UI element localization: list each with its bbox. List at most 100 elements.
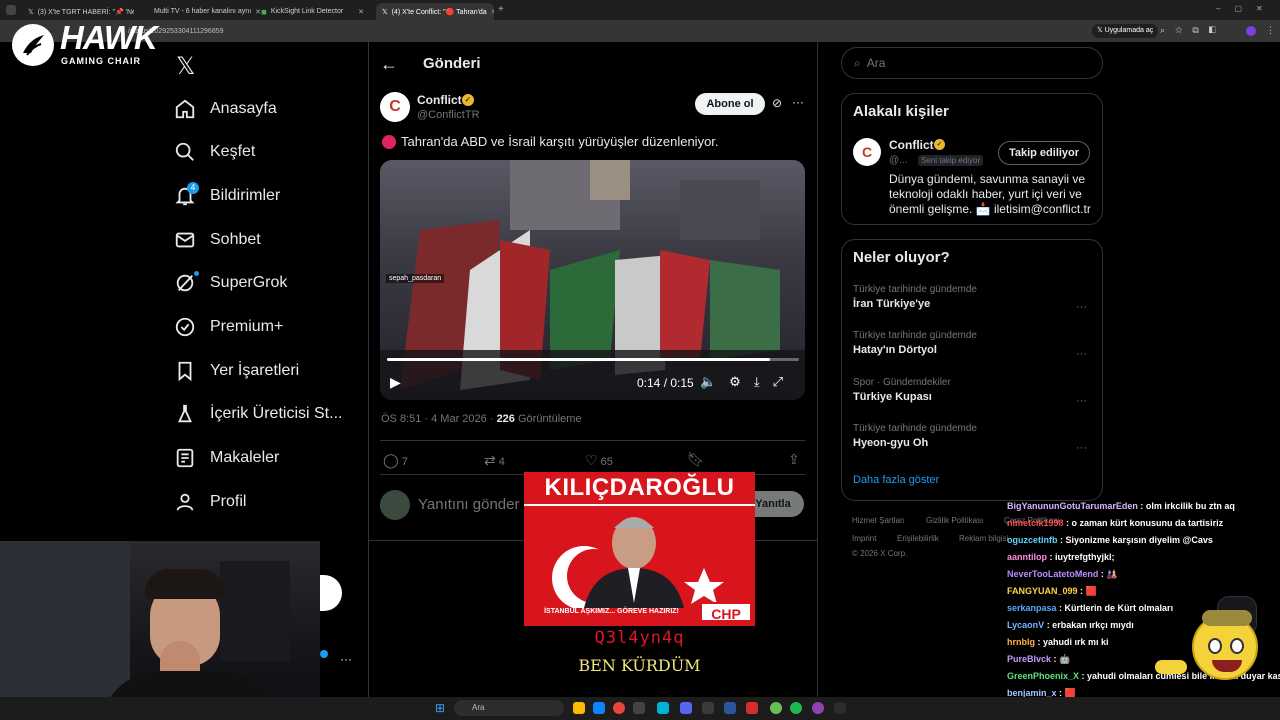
nav-articles[interactable]: Makaleler [174,441,279,475]
video-player[interactable]: sepah_pasdaran ▶ 0:14 / 0:15 🔈⚙⤓⤢ [380,160,805,400]
poster-rule [524,504,755,506]
windows-start-icon[interactable]: ⊞ [435,701,445,715]
account-more-icon[interactable]: ··· [340,652,352,666]
browser-tab-4-active[interactable]: 𝕏 (4) X'te Conflict: "🔴 Tahran'da ✕ [376,3,494,20]
app-icon[interactable] [702,702,714,714]
new-tab-icon[interactable]: + [498,4,504,15]
chat-username[interactable]: LycaonV [1007,620,1044,630]
author-name[interactable]: Conflict [417,93,462,107]
search-input[interactable]: Ara [867,56,886,70]
play-icon[interactable]: ▶ [390,374,401,391]
app-icon[interactable] [724,702,736,714]
chat-username[interactable]: hrnblg [1007,637,1035,647]
edge-icon[interactable] [593,702,605,714]
nav-chat[interactable]: Sohbet [174,223,261,257]
chat-username[interactable]: FANGYUAN_099 [1007,586,1078,596]
chat-username[interactable]: aanntilop [1007,552,1047,562]
author-avatar[interactable]: C [380,92,410,122]
nav-creator-studio[interactable]: İçerik Üreticisi St... [174,397,342,431]
like-action[interactable]: ♡ 65 [585,452,613,469]
post-button-partial[interactable] [320,575,342,611]
chat-message: BigYanununGotuTarumarEden : olm irkcilik… [1007,498,1280,515]
views-count: 226 [496,413,515,425]
poster-art [552,517,724,608]
nav-explore[interactable]: Keşfet [174,135,255,169]
browser-toolbar-icons[interactable]: ⌕☆⧉◧ [1160,25,1226,36]
chat-username[interactable]: GreenPhoenix_X [1007,671,1079,681]
close-tab-icon[interactable]: ✕ [358,8,364,16]
app-icon[interactable] [812,702,824,714]
app-icon[interactable] [770,702,782,714]
video-progress-track[interactable] [387,358,799,361]
browser-tab-2[interactable]: Multi TV - 6 haber kanalını aynı ✕ [148,3,260,20]
video-controls-icons[interactable]: 🔈⚙⤓⤢ [700,374,796,390]
show-more-link[interactable]: Daha fazla göster [853,474,939,486]
more-options-icon[interactable]: ··· [792,95,804,109]
chat-username[interactable]: nimetcik1998 [1007,518,1064,528]
tab-menu-icon[interactable] [6,5,16,15]
open-in-app-button[interactable]: 𝕏 Uygulamada aç [1092,24,1159,38]
chat-text: : Siyonizme karşısın diyelim @Cavs [1057,535,1213,545]
bookmark-action-icon[interactable]: 🔖︎ [687,451,705,468]
footer-link[interactable]: Erişilebilirlik [897,534,939,543]
search-box[interactable]: ⌕ Ara [841,47,1103,79]
trend-item[interactable]: Türkiye tarihinde gündemde İran Türkiye'y… [853,284,977,310]
nav-premium[interactable]: Premium+ [174,310,283,344]
kilicdaroglu-poster: KILIÇDAROĞLU İSTANBUL AŞKIMIZ... GÖREVE … [524,472,755,626]
following-button[interactable]: Takip ediliyor [998,141,1090,165]
reply-action[interactable]: ◯ 7 [383,452,408,469]
profile-avatar[interactable] [1246,26,1256,36]
account-badge [320,650,328,658]
nav-home[interactable]: Anasayfa [174,92,277,126]
related-name[interactable]: Conflict [889,138,934,152]
chat-username[interactable]: PureBlvck [1007,654,1051,664]
folder-icon[interactable] [573,702,585,714]
discord-icon[interactable] [680,702,692,714]
app-icon[interactable] [746,702,758,714]
repost-action[interactable]: ⇄ 4 [484,452,505,469]
hand-icon [1155,660,1187,674]
footer-link[interactable]: Imprint [852,534,876,543]
app-icon[interactable] [834,702,846,714]
spotify-icon[interactable] [790,702,802,714]
subscribe-button[interactable]: Abone ol [695,93,765,115]
chat-username[interactable]: BigYanununGotuTarumarEden [1007,501,1138,511]
app-icon[interactable] [633,702,645,714]
reply-input[interactable]: Yanıtını gönder [418,496,519,513]
nav-profile[interactable]: Profil [174,485,246,519]
chat-username[interactable]: oguzcetinfb [1007,535,1058,545]
browser-tab-3[interactable]: ◼ KickSight Link Detector ✕ [255,3,370,20]
chrome-icon[interactable] [613,702,625,714]
footer-link[interactable]: Hizmet Şartları [852,516,905,525]
nav-bookmarks[interactable]: Yer İşaretleri [174,354,299,388]
x-favicon-icon: 𝕏 [28,8,34,16]
x-logo-icon[interactable]: 𝕏 [176,52,195,81]
author-handle[interactable]: @ConflictTR [417,109,480,121]
video-time: 0:14 / 0:15 [637,376,694,390]
app-icon[interactable] [657,702,669,714]
trend-item[interactable]: Türkiye tarihinde gündemde Hyeon-gyu Oh [853,423,977,449]
close-tab-icon[interactable]: ✕ [491,8,494,16]
grok-action-icon[interactable]: ⊘ [772,96,782,110]
page-title: Gönderi [423,55,481,72]
search-icon [175,142,194,161]
window-controls[interactable]: –▢✕ [1216,4,1277,13]
browser-menu-icon[interactable]: ⋮ [1266,25,1275,36]
chat-username[interactable]: serkanpasa [1007,603,1057,613]
home-icon [175,99,195,119]
browser-tab-1[interactable]: 𝕏(3) X'te TGRT HABERİ: "📌 'Nereu✕ [22,3,134,20]
trend-more-icons[interactable]: ··· ··· ··· ··· [1076,284,1087,472]
share-icon[interactable]: ⇪ [788,451,800,468]
footer-link[interactable]: Reklam bilgisi [959,534,1008,543]
related-handle[interactable]: @... [889,155,908,166]
chat-username[interactable]: NeverTooLatetoMend [1007,569,1098,579]
verified-badge-icon: ✓ [462,94,474,106]
back-arrow-icon[interactable]: ← [380,54,398,75]
related-avatar[interactable]: C [853,138,881,166]
trend-item[interactable]: Türkiye tarihinde gündemde Hatay'ın Dörty… [853,330,977,356]
footer-link[interactable]: Gizlilik Politikası [926,516,983,525]
trend-item[interactable]: Spor · Gündemdekiler Türkiye Kupası [853,377,951,403]
nav-supergrok[interactable]: SuperGrok [174,266,287,300]
emoji-sticker [1192,610,1258,680]
taskbar-search[interactable]: Ara [454,700,564,716]
